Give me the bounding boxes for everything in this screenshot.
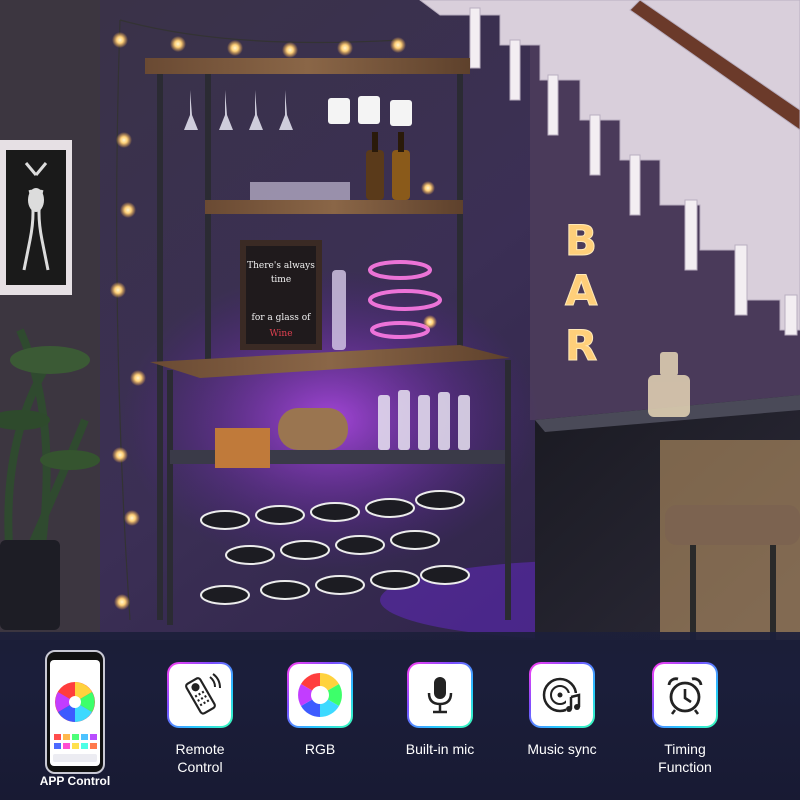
- timing-function-feature: Timing Function: [630, 662, 740, 776]
- svg-text:There's always: There's always: [247, 261, 315, 271]
- microphone-icon: [427, 677, 453, 714]
- feature-label: APP Control: [39, 774, 111, 788]
- music-sync-feature: Music sync: [507, 662, 617, 758]
- music-sync-icon: [542, 677, 582, 713]
- svg-text:for a glass of: for a glass of: [252, 313, 312, 323]
- chalkboard-sign: There's always time for a glass of Wine: [240, 240, 322, 350]
- smartphone-app-icon: [45, 650, 105, 774]
- bar-sign-letter-b: B: [565, 216, 597, 265]
- glass-tray: [250, 182, 350, 200]
- hanging-mugs: [328, 96, 412, 126]
- alarm-clock-icon: [667, 677, 703, 715]
- remote-control-feature: Remote Control: [145, 662, 255, 776]
- svg-text:time: time: [271, 275, 291, 285]
- product-image: There's always time for a glass of Wine: [0, 0, 800, 800]
- feature-label: RGB: [304, 741, 336, 757]
- feature-bar: APP Control Remote Control RGB Built-in …: [0, 632, 800, 800]
- feature-label: Remote Control: [175, 741, 225, 775]
- deer-picture-frame: [0, 140, 72, 295]
- cork-box: [215, 428, 270, 468]
- bar-marquee-sign: B A R: [565, 216, 599, 371]
- rgb-color-wheel-icon: [298, 673, 342, 717]
- tall-bottle: [332, 270, 346, 350]
- bar-sign-letter-a: A: [565, 266, 598, 315]
- svg-text:Wine: Wine: [269, 329, 292, 339]
- bar-sign-letter-r: R: [565, 321, 597, 370]
- remote-control-icon: [185, 673, 221, 715]
- feature-label: Music sync: [527, 741, 597, 757]
- feature-label: Built-in mic: [405, 741, 475, 757]
- rgb-feature: RGB: [265, 662, 375, 758]
- feature-label: Timing Function: [658, 741, 712, 775]
- top-shelf: [145, 58, 470, 74]
- middle-shelf: [205, 200, 463, 214]
- built-in-mic-feature: Built-in mic: [385, 662, 495, 758]
- bar-cabinet-scene: There's always time for a glass of Wine: [0, 0, 800, 640]
- wood-barrel: [278, 408, 348, 450]
